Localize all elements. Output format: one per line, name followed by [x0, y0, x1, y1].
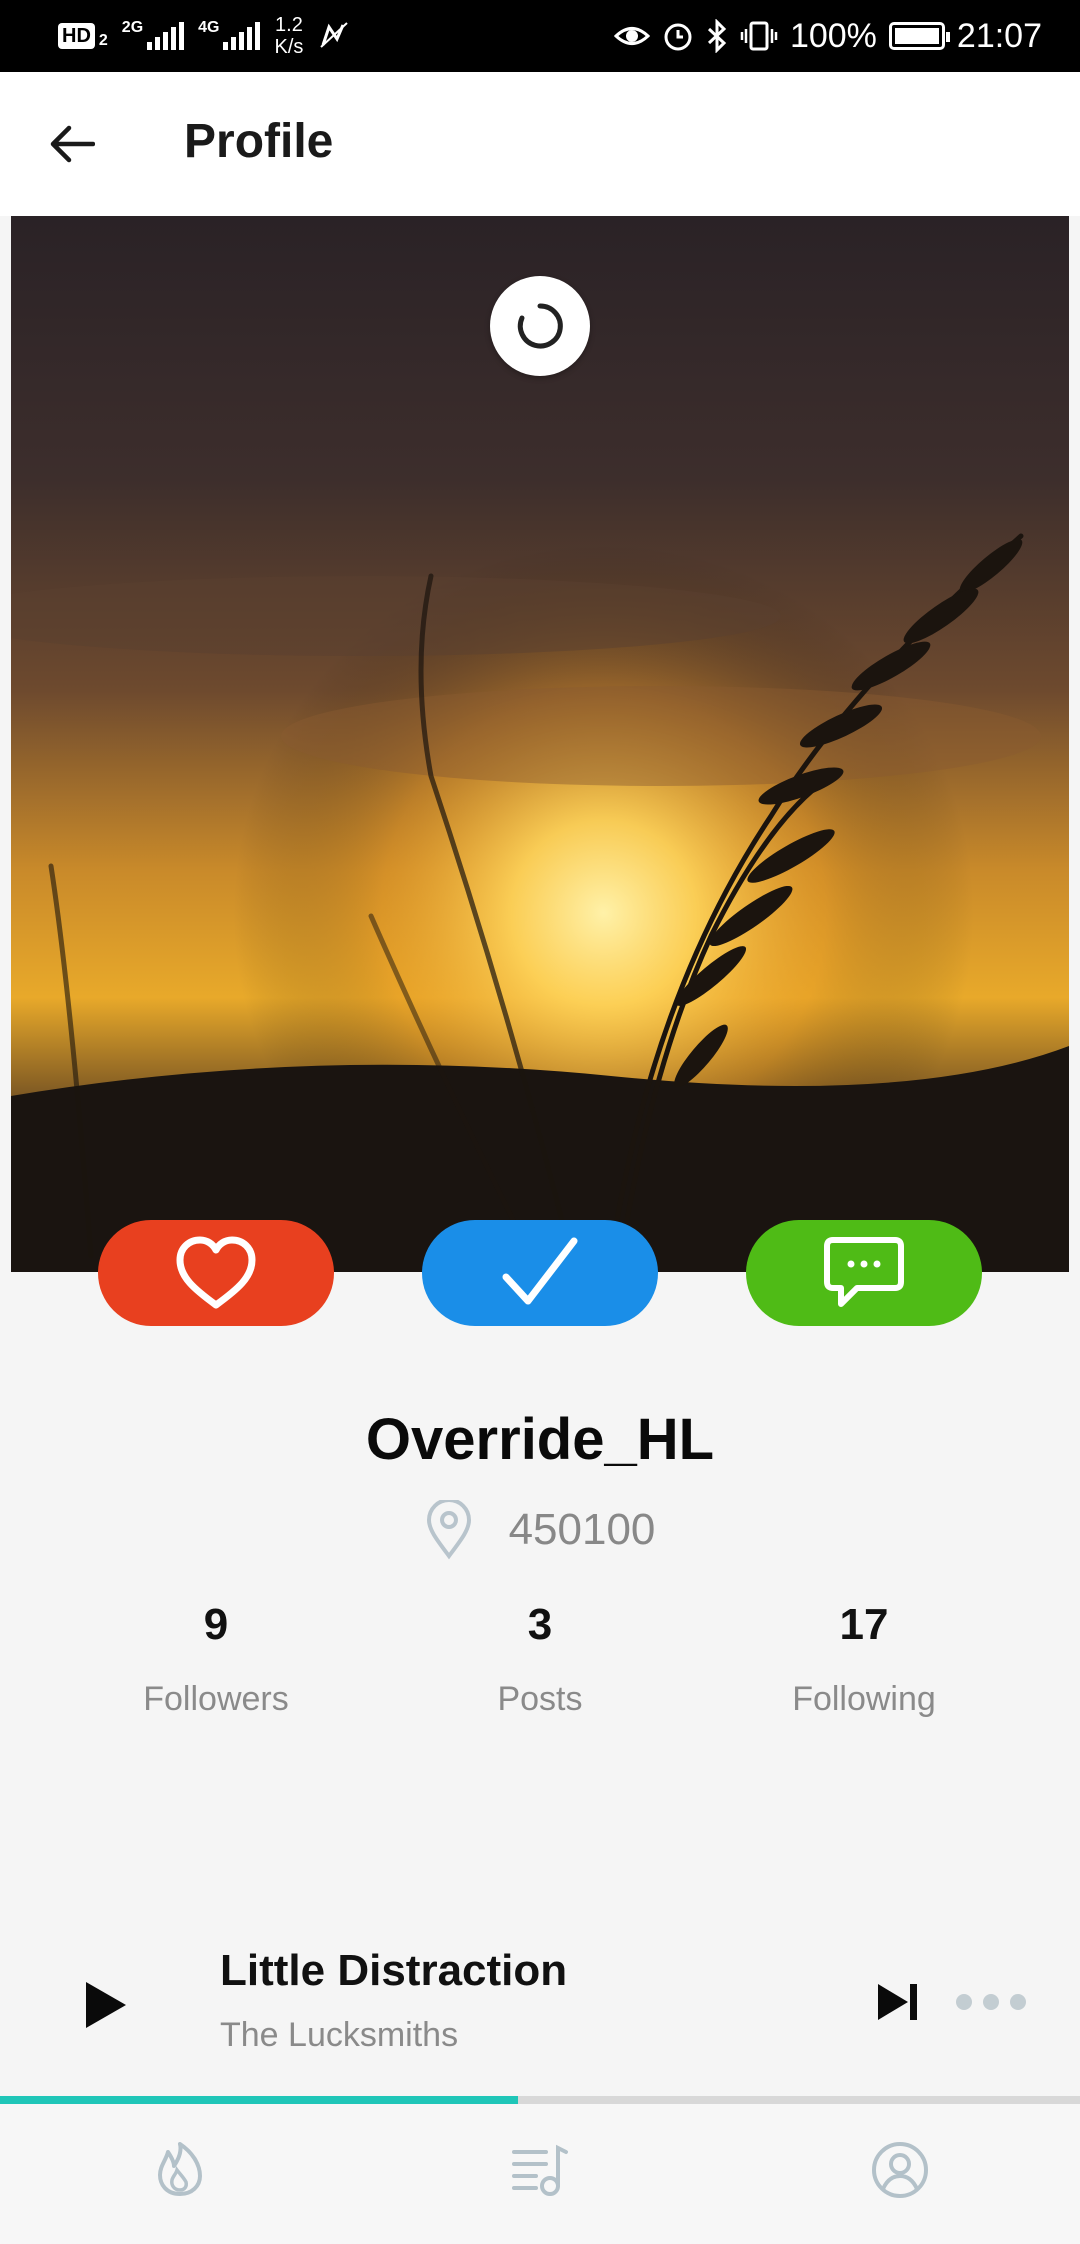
playback-progress-fill [0, 2096, 519, 2104]
bottom-navigation [0, 2104, 1080, 2244]
status-bar: HD 2 2G 4G 1.2 K/s 100% 21:07 [0, 0, 1080, 72]
more-options-button[interactable] [956, 1994, 1026, 2010]
eye-icon [613, 27, 650, 45]
posts-label: Posts [497, 1680, 583, 1718]
like-button[interactable] [98, 1220, 334, 1326]
signal-icon [147, 22, 185, 50]
vibrate-icon [740, 21, 778, 51]
skip-next-icon [878, 1984, 917, 2020]
battery-percent: 100% [789, 16, 877, 55]
speed-unit: K/s [274, 36, 304, 58]
playlist-icon [512, 2144, 568, 2196]
page-title: Profile [184, 115, 334, 168]
arrow-left-icon [50, 125, 95, 163]
following-stat[interactable]: 17 Following [744, 1600, 984, 1719]
followers-stat[interactable]: 9 Followers [96, 1600, 336, 1719]
app-bar: Profile [0, 72, 1080, 216]
following-count: 17 [839, 1600, 889, 1649]
mini-player[interactable]: Little Distraction The Lucksmiths [0, 1910, 1080, 2096]
network-type-1: 2G [121, 19, 144, 36]
checkmark-icon [502, 1237, 578, 1305]
more-dot [983, 1994, 999, 2010]
more-dot [956, 1994, 972, 2010]
playback-progress[interactable] [0, 2096, 1080, 2104]
nav-playlist[interactable] [510, 2140, 570, 2200]
username: Override_HL [365, 1407, 715, 1472]
network-type-2: 4G [198, 19, 220, 36]
more-dot [1010, 1994, 1026, 2010]
clock: 21:07 [956, 16, 1042, 55]
nav-hot[interactable] [150, 2140, 210, 2200]
back-button[interactable] [40, 112, 104, 176]
track-title: Little Distraction [220, 1946, 568, 1995]
location-pin-icon [426, 1500, 471, 1560]
play-icon [86, 1982, 126, 2028]
next-track-button[interactable] [872, 1976, 924, 2028]
chat-bubble-icon [824, 1237, 904, 1307]
sim-number: 2 [98, 32, 108, 49]
nav-profile[interactable] [870, 2140, 930, 2200]
signal-icon [223, 22, 261, 50]
nfc-icon [320, 22, 349, 48]
follow-button[interactable] [422, 1220, 658, 1326]
location-text: 450100 [508, 1505, 656, 1554]
speed-value: 1.2 [275, 14, 303, 36]
fire-icon [158, 2142, 202, 2196]
hd-badge: HD [58, 23, 95, 49]
battery-icon [888, 22, 950, 50]
refresh-icon [517, 303, 563, 349]
posts-stat[interactable]: 3 Posts [420, 1600, 660, 1719]
following-label: Following [792, 1680, 936, 1718]
heart-icon [176, 1236, 256, 1309]
user-icon [872, 2142, 928, 2198]
loading-spinner [490, 276, 590, 376]
track-artist: The Lucksmiths [220, 2016, 459, 2054]
location-row: 450100 [0, 1500, 1080, 1560]
profile-stats: 9 Followers 3 Posts 17 Following [0, 1600, 1080, 1740]
play-button[interactable] [74, 1970, 134, 2040]
alarm-icon [664, 23, 692, 51]
followers-label: Followers [143, 1680, 289, 1718]
message-button[interactable] [746, 1220, 982, 1326]
network-speed: 1.2 K/s [274, 14, 303, 58]
posts-count: 3 [527, 1600, 553, 1649]
bluetooth-icon [707, 19, 727, 53]
followers-count: 9 [203, 1600, 229, 1649]
